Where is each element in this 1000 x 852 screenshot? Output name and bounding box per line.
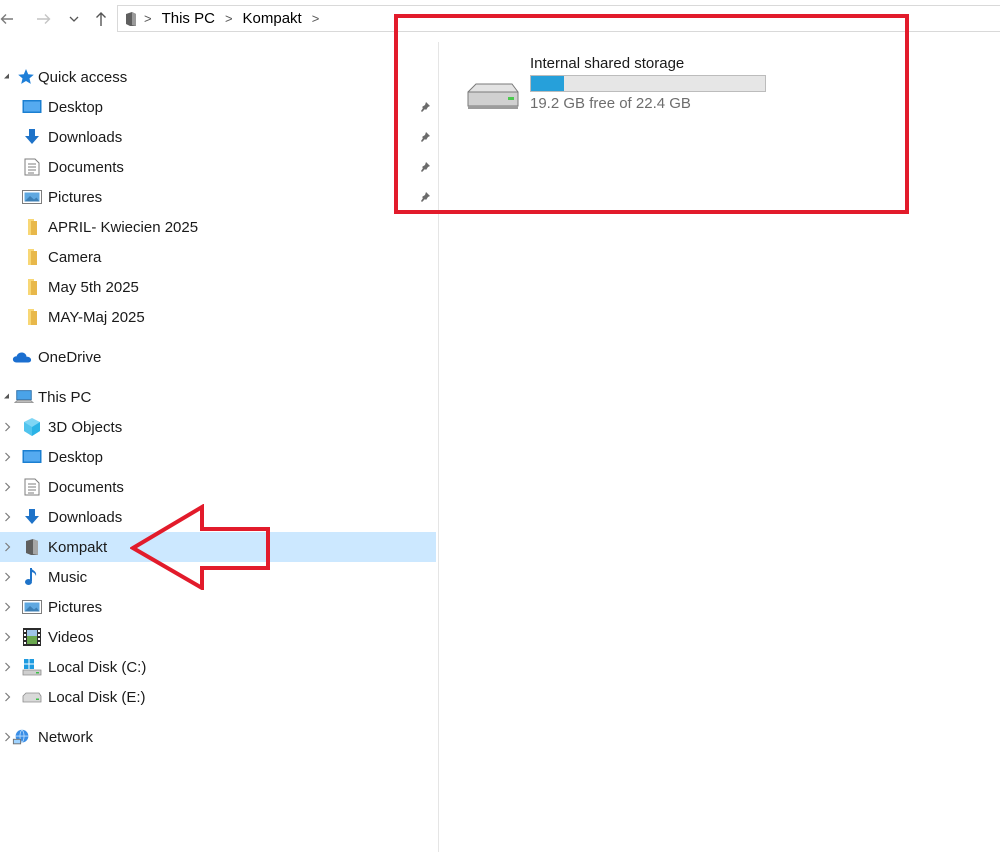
pictures-icon [22,597,42,617]
nav-item-videos[interactable]: Videos [0,622,436,652]
arrow-up-icon [94,11,108,27]
chevron-right-icon[interactable] [0,472,14,502]
annotation-highlight-box [394,14,909,214]
breadcrumb-this-pc[interactable]: This PC [158,10,219,27]
up-button[interactable] [92,8,110,30]
chevron-right-icon[interactable] [0,502,14,532]
windows-drive-icon [22,657,42,677]
chevron-expanded-icon[interactable] [0,62,14,92]
nav-item-desktop-pc[interactable]: Desktop [0,442,436,472]
cloud-icon [12,347,32,367]
nav-quick-access[interactable]: Quick access [0,62,436,92]
computer-icon [14,387,34,407]
nav-item-downloads[interactable]: Downloads [0,122,436,152]
nav-item-may-5th-folder[interactable]: May 5th 2025 [0,272,436,302]
desktop-icon [22,97,42,117]
portable-device-icon [22,537,42,557]
recent-locations-button[interactable] [66,8,82,30]
nav-item-camera-folder[interactable]: Camera [0,242,436,272]
breadcrumb: > This PC > Kompakt > [138,6,325,31]
downloads-icon [22,507,42,527]
desktop-icon [22,447,42,467]
chevron-expanded-icon[interactable] [0,382,14,412]
nav-label: 3D Objects [48,418,123,436]
nav-label: May 5th 2025 [48,278,139,296]
nav-item-local-disk-e[interactable]: Local Disk (E:) [0,682,436,712]
nav-item-april-folder[interactable]: APRIL- Kwiecien 2025 [0,212,436,242]
annotation-arrow [129,503,272,594]
music-icon [22,567,42,587]
nav-label: Pictures [48,188,103,206]
nav-label: Local Disk (C:) [48,658,147,676]
star-icon [16,67,36,87]
portable-device-icon [124,11,138,27]
breadcrumb-separator[interactable]: > [306,11,326,26]
nav-label: APRIL- Kwiecien 2025 [48,218,199,236]
nav-item-pictures-pc[interactable]: Pictures [0,592,436,622]
chevron-right-icon[interactable] [0,442,14,472]
nav-onedrive[interactable]: OneDrive [0,342,436,372]
nav-label: Music [48,568,88,586]
pictures-icon [22,187,42,207]
nav-item-pictures[interactable]: Pictures [0,182,436,212]
chevron-down-icon [68,14,80,24]
folder-icon [22,247,42,267]
back-button[interactable] [0,8,14,30]
nav-label: Documents [48,478,124,496]
documents-icon [22,477,42,497]
nav-label: Videos [48,628,94,646]
drive-icon [22,687,42,707]
arrow-left-icon [0,12,14,26]
nav-item-documents-pc[interactable]: Documents [0,472,436,502]
network-icon [12,727,32,747]
nav-label: Downloads [48,508,123,526]
downloads-icon [22,127,42,147]
nav-label: Network [38,728,94,746]
arrow-right-icon [36,12,52,26]
nav-label: Camera [48,248,102,266]
nav-label: OneDrive [38,348,102,366]
breadcrumb-kompakt[interactable]: Kompakt [239,10,306,27]
nav-label: This PC [38,388,92,406]
forward-button[interactable] [34,8,54,30]
folder-icon [22,217,42,237]
nav-this-pc[interactable]: This PC [0,382,436,412]
documents-icon [22,157,42,177]
chevron-right-icon[interactable] [0,562,14,592]
nav-item-3d-objects[interactable]: 3D Objects [0,412,436,442]
chevron-right-icon[interactable] [0,532,14,562]
nav-item-local-disk-c[interactable]: Local Disk (C:) [0,652,436,682]
nav-network[interactable]: Network [0,722,436,752]
nav-label: Desktop [48,98,104,116]
chevron-right-icon[interactable] [0,592,14,622]
chevron-right-icon[interactable] [0,682,14,712]
chevron-right-icon[interactable] [0,412,14,442]
folder-icon [22,277,42,297]
nav-label: Documents [48,158,124,176]
chevron-right-icon[interactable] [0,652,14,682]
nav-label: MAY-Maj 2025 [48,308,145,326]
nav-label: Downloads [48,128,123,146]
nav-label: Desktop [48,448,104,466]
nav-item-documents[interactable]: Documents [0,152,436,182]
nav-item-may-maj-folder[interactable]: MAY-Maj 2025 [0,302,436,332]
videos-icon [22,627,42,647]
breadcrumb-separator[interactable]: > [219,11,239,26]
nav-item-desktop[interactable]: Desktop [0,92,436,122]
3d-objects-icon [22,417,42,437]
breadcrumb-separator[interactable]: > [138,11,158,26]
folder-icon [22,307,42,327]
chevron-right-icon[interactable] [0,622,14,652]
nav-label: Pictures [48,598,103,616]
nav-label: Quick access [38,68,128,86]
nav-label: Kompakt [48,538,108,556]
nav-label: Local Disk (E:) [48,688,146,706]
